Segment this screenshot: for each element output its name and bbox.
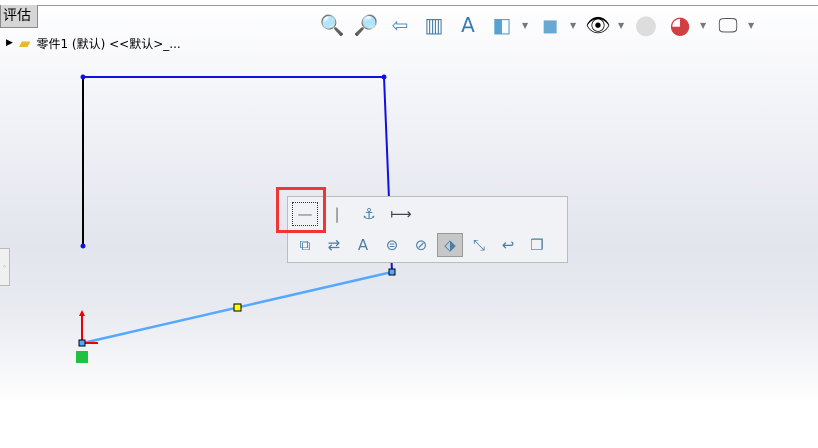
select-other-icon[interactable]: ⧉	[292, 233, 318, 257]
note-icon[interactable]: A	[350, 233, 376, 257]
vertical-relation-icon[interactable]: |	[324, 202, 350, 226]
midpoint[interactable]	[233, 303, 242, 312]
offset-icon[interactable]: ⤡	[466, 233, 492, 257]
endpoint-selected[interactable]	[388, 268, 396, 276]
smart-dimension-icon[interactable]: ⟼	[388, 202, 414, 226]
endpoint[interactable]	[381, 74, 387, 80]
origin-arrowhead	[79, 310, 85, 316]
trim-icon[interactable]: ↩	[495, 233, 521, 257]
origin-point[interactable]	[78, 339, 86, 347]
convert-entities-icon[interactable]: ⬗	[437, 233, 463, 257]
mirror-icon[interactable]: ⇄	[321, 233, 347, 257]
equation-icon[interactable]: ⊜	[379, 233, 405, 257]
3d-sketch-icon[interactable]: ❒	[524, 233, 550, 257]
fixed-relation-icon	[76, 351, 88, 363]
highlight-box	[276, 187, 326, 233]
fix-relation-icon[interactable]: ⚓	[356, 202, 382, 226]
endpoint[interactable]	[80, 74, 86, 80]
relation-icon[interactable]: ⊘	[408, 233, 434, 257]
endpoint[interactable]	[80, 243, 86, 249]
context-toolbar: — | ⚓ ⟼ ⧉ ⇄ A ⊜ ⊘ ⬗ ⤡ ↩ ❒	[287, 196, 568, 263]
